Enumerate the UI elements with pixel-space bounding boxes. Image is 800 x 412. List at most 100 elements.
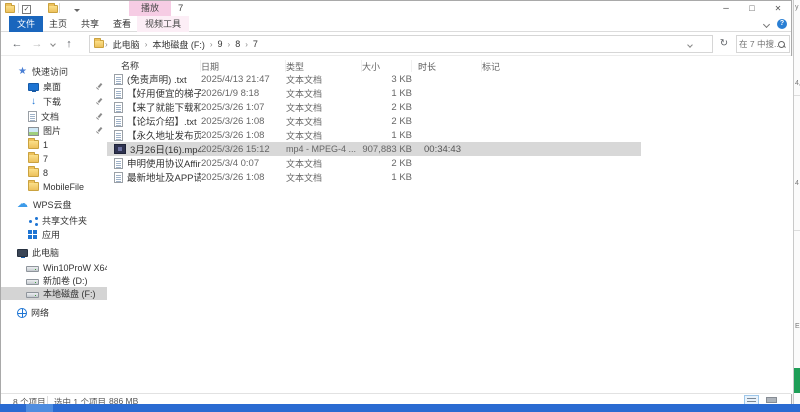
qat-new-folder-icon[interactable] [47,3,58,13]
table-row[interactable]: 【好用便宜的梯子... 2026/1/9 8:18 文本文档 1 KB [107,86,793,100]
sidebar-item-folder-7[interactable]: 7 [1,152,107,165]
pictures-icon [28,126,39,136]
pin-icon [95,82,103,91]
window-title: 7 [178,3,184,14]
minimize-button[interactable] [713,1,739,16]
video-file-icon [114,144,126,154]
tab-video-tools[interactable]: 视频工具 [137,16,190,32]
collapse-ribbon-icon[interactable] [762,20,771,29]
breadcrumb-this-pc[interactable]: 此电脑 [110,38,143,51]
breadcrumb-7[interactable]: 7 [250,39,261,49]
tab-home[interactable]: 主页 [41,16,75,32]
qat-properties-icon[interactable] [22,5,31,14]
computer-icon [17,249,28,258]
breadcrumb: 此电脑 本地磁盘 (F:) 9 8 7 [104,38,261,51]
sidebar-item-documents[interactable]: 文档 [1,110,107,123]
qat-customize-dropdown-icon[interactable] [74,9,81,13]
document-icon [28,111,37,122]
tab-view[interactable]: 查看 [105,16,139,32]
column-header-size[interactable]: 大小 [362,60,412,72]
tab-file[interactable]: 文件 [9,16,44,32]
column-header-tags[interactable]: 标记 [482,60,558,72]
table-row-selected[interactable]: 3月26日(16).mp4 2025/3/26 15:12 mp4 - MPEG… [107,142,793,156]
sidebar-item-folder-8[interactable]: 8 [1,166,107,179]
table-row[interactable]: (免责声明) .txt 2025/4/13 21:47 文本文档 3 KB [107,72,793,86]
background-window-strip: y 4, 4 E [793,0,800,404]
taskbar[interactable] [0,404,800,412]
forward-button[interactable]: → [29,36,45,52]
sidebar-item-desktop[interactable]: 桌面 [1,80,107,93]
column-header-name[interactable]: 名称 [107,60,201,72]
sidebar-item-network[interactable]: 网络 [1,306,107,319]
location-folder-icon [94,38,104,48]
drive-icon [26,266,39,272]
background-text: 4, [795,80,800,87]
ribbon-tab-bar: 文件 主页 共享 查看 视频工具 [1,16,791,32]
text-file-icon [114,101,123,113]
share-icon [28,216,38,226]
sidebar-item-mobilefile[interactable]: MobileFile [1,180,107,193]
explorer-window: 播放 7 文件 主页 共享 查看 视频工具 ← → ↑ 此电脑 本地磁盘 (F:… [0,0,793,407]
sidebar-item-folder-1[interactable]: 1 [1,138,107,151]
search-box [736,35,790,53]
sidebar-item-pictures[interactable]: 图片 [1,124,107,137]
background-text: E [795,323,800,330]
table-row[interactable]: 申明使用协议Affir... 2025/3/4 0:07 文本文档 2 KB [107,156,793,170]
sidebar-item-this-pc[interactable]: 此电脑 [1,246,107,259]
sidebar-item-drive-f[interactable]: 本地磁盘 (F:) [1,287,107,300]
sidebar-item-shared-folders[interactable]: 共享文件夹 [1,214,107,227]
text-file-icon [114,73,123,85]
contextual-tab-group-label: 播放 [129,1,171,16]
sidebar-item-quick-access[interactable]: 快速访问 [1,65,107,78]
sidebar-item-wps-cloud[interactable]: WPS云盘 [1,198,107,211]
search-input[interactable] [739,37,779,51]
back-button[interactable]: ← [9,36,25,52]
pin-icon [95,112,103,121]
refresh-icon[interactable] [717,36,731,52]
column-header-duration[interactable]: 时长 [412,60,482,72]
sidebar-item-drive-c[interactable]: Win10ProW X64 (C:) [1,261,107,274]
chevron-right-icon [144,40,149,49]
sidebar-item-downloads[interactable]: 下载 [1,95,107,108]
address-bar[interactable]: 此电脑 本地磁盘 (F:) 9 8 7 [89,35,713,53]
address-dropdown-icon[interactable] [687,42,693,48]
pin-icon [95,97,103,106]
column-header-date[interactable]: 日期 [201,60,286,72]
chevron-right-icon [244,40,249,49]
chevron-right-icon [227,40,232,49]
breadcrumb-8[interactable]: 8 [232,39,243,49]
text-file-icon [114,87,123,99]
close-button[interactable] [765,1,791,16]
table-row[interactable]: 【永久地址发布页... 2025/3/26 1:08 文本文档 1 KB [107,128,793,142]
divider [47,396,48,404]
chevron-right-icon [209,40,214,49]
taskbar-button[interactable] [26,404,53,412]
background-text: 4 [795,180,799,187]
cloud-icon [17,199,29,210]
search-icon[interactable] [778,41,786,49]
app-folder-icon [5,3,15,13]
table-row[interactable]: 【来了就能下载和... 2025/3/26 1:07 文本文档 2 KB [107,100,793,114]
title-bar[interactable]: 播放 7 [1,1,791,16]
background-green-block [794,368,800,393]
breadcrumb-local-disk[interactable]: 本地磁盘 (F:) [149,38,208,51]
sidebar-item-apps[interactable]: 应用 [1,228,107,241]
help-icon[interactable] [777,19,787,29]
desktop-icon [28,83,39,92]
folder-icon [28,180,39,191]
sidebar-item-drive-d[interactable]: 新加卷 (D:) [1,274,107,287]
maximize-button[interactable] [739,1,765,16]
column-header-type[interactable]: 类型 [286,60,362,72]
divider [794,230,800,231]
download-icon [28,96,39,107]
up-button[interactable]: ↑ [61,36,77,52]
divider [18,3,19,13]
star-icon [17,66,28,77]
recent-locations-dropdown-icon[interactable] [50,41,56,47]
divider [59,3,60,13]
tab-share[interactable]: 共享 [73,16,107,32]
breadcrumb-9[interactable]: 9 [215,39,226,49]
folder-icon [28,152,39,163]
table-row[interactable]: 【论坛介绍】.txt 2025/3/26 1:08 文本文档 2 KB [107,114,793,128]
table-row[interactable]: 最新地址及APP请... 2025/3/26 1:08 文本文档 1 KB [107,170,793,184]
